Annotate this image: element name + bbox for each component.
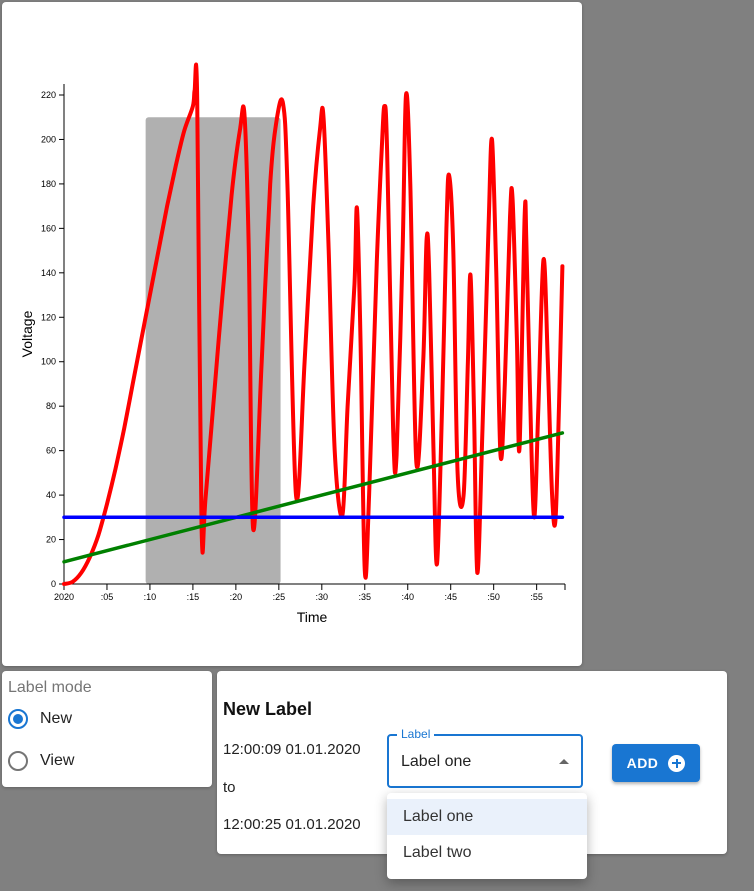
x-tick-label: :55 bbox=[530, 592, 543, 602]
start-time: 12:00:09 01.01.2020 bbox=[223, 741, 361, 758]
y-tick-label: 200 bbox=[41, 134, 56, 144]
y-tick-label: 160 bbox=[41, 223, 56, 233]
x-tick-label: :35 bbox=[359, 592, 372, 602]
radio-new-label: New bbox=[40, 710, 73, 727]
y-tick-label: 0 bbox=[51, 579, 56, 589]
x-tick-label: :10 bbox=[144, 592, 157, 602]
x-tick-label: :25 bbox=[273, 592, 286, 602]
label-mode-panel: Label mode New View bbox=[2, 671, 212, 787]
y-tick-label: 180 bbox=[41, 179, 56, 189]
series-red-line bbox=[62, 62, 565, 586]
y-tick-label: 60 bbox=[46, 446, 56, 456]
end-time: 12:00:25 01.01.2020 bbox=[223, 816, 361, 833]
x-tick-label: :30 bbox=[316, 592, 329, 602]
x-tick-label: :15 bbox=[187, 592, 200, 602]
y-tick-label: 80 bbox=[46, 401, 56, 411]
x-tick-label: :45 bbox=[444, 592, 457, 602]
x-axis-label: Time bbox=[297, 609, 328, 625]
voltage-chart[interactable]: 0 20 40 60 80 100 120 140 160 180 200 220 2020 :05 :1… bbox=[2, 2, 582, 666]
series-green-line bbox=[62, 431, 565, 564]
y-tick-label: 40 bbox=[46, 490, 56, 500]
y-tick-label: 120 bbox=[41, 312, 56, 322]
label-mode-title: Label mode bbox=[8, 679, 92, 696]
x-tick-label: :50 bbox=[487, 592, 500, 602]
radio-unchecked-icon[interactable] bbox=[8, 751, 28, 771]
y-tick-label: 100 bbox=[41, 357, 56, 367]
plus-circle-icon bbox=[668, 754, 686, 772]
label-select[interactable]: Label Label one bbox=[387, 727, 583, 788]
label-dropdown-menu: Label one Label two bbox=[387, 793, 587, 879]
to-text: to bbox=[223, 779, 236, 796]
chart-card: 0 20 40 60 80 100 120 140 160 180 200 220 2020 :05 :1… bbox=[2, 2, 582, 666]
caret-up-icon bbox=[559, 759, 569, 764]
new-label-title: New Label bbox=[223, 699, 313, 719]
x-tick-label: :20 bbox=[230, 592, 243, 602]
x-tick-label: :05 bbox=[101, 592, 114, 602]
x-tick-label: 2020 bbox=[54, 592, 74, 602]
menu-item-label-one[interactable]: Label one bbox=[387, 799, 587, 835]
y-axis: 0 20 40 60 80 100 120 140 160 180 200 220 bbox=[41, 84, 65, 589]
y-tick-label: 20 bbox=[46, 535, 56, 545]
menu-item-label-two[interactable]: Label two bbox=[387, 835, 587, 871]
y-axis-label: Voltage bbox=[19, 310, 35, 357]
label-select-legend: Label bbox=[397, 727, 435, 741]
label-select-value: Label one bbox=[401, 753, 472, 770]
x-tick-label: :40 bbox=[401, 592, 414, 602]
radio-checked-icon[interactable] bbox=[8, 709, 28, 729]
y-tick-label: 220 bbox=[41, 90, 56, 100]
radio-view[interactable]: View bbox=[8, 749, 74, 773]
y-tick-label: 140 bbox=[41, 268, 56, 278]
x-axis: 2020 :05 :10 :15 :20 :25 :30 :35 :40 :45 :50 :55 bbox=[54, 583, 566, 602]
radio-new[interactable]: New bbox=[8, 707, 72, 731]
add-button-label: ADD bbox=[626, 755, 659, 771]
radio-view-label: View bbox=[40, 752, 75, 769]
add-button[interactable]: ADD bbox=[612, 744, 700, 782]
series-layer bbox=[62, 62, 565, 586]
